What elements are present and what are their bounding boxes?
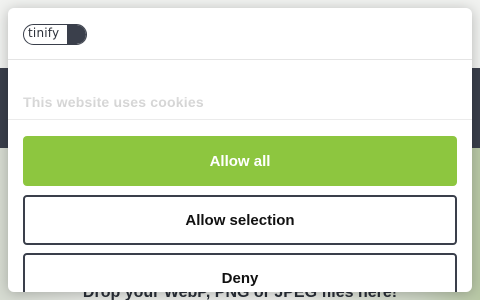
- dialog-body: This website uses cookies: [8, 60, 472, 120]
- deny-button[interactable]: Deny: [23, 253, 457, 292]
- logo-badge-shape: [67, 25, 86, 44]
- dialog-header: tinify: [8, 8, 472, 60]
- allow-all-button[interactable]: Allow all: [23, 136, 457, 186]
- cookie-consent-dialog: tinify This website uses cookies Allow a…: [8, 8, 472, 292]
- logo-text: tinify: [28, 26, 60, 40]
- cookie-title: This website uses cookies: [23, 94, 204, 110]
- tinify-logo: tinify: [23, 24, 87, 45]
- fade-overlay: [8, 60, 472, 120]
- allow-selection-button[interactable]: Allow selection: [23, 195, 457, 245]
